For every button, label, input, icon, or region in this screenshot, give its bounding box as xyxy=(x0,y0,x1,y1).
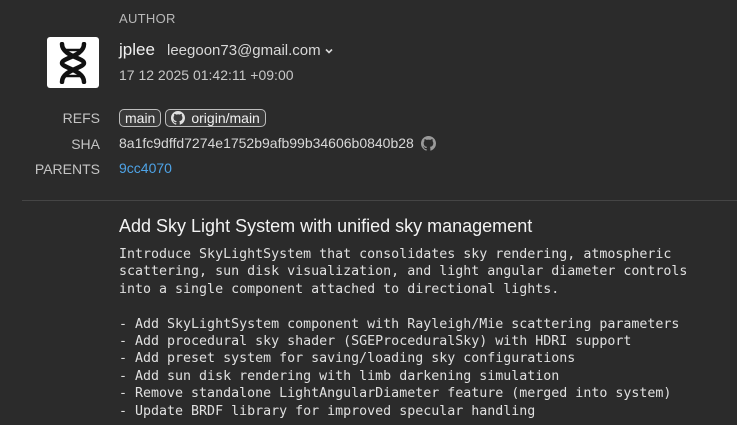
commit-body-line: scattering, sun disk visualization, and … xyxy=(119,264,688,280)
commit-body-line: - Remove standalone LightAngularDiameter… xyxy=(119,386,672,402)
commit-body-line: - Update BRDF library for improved specu… xyxy=(119,403,536,419)
sha-row: 8a1fc9dffd7274e1752b9afb99b34606b0840b28 xyxy=(119,135,436,151)
commit-message-body: Introduce SkyLightSystem that consolidat… xyxy=(119,246,687,420)
commit-title: Add Sky Light System with unified sky ma… xyxy=(119,216,533,236)
ref-label: main xyxy=(125,110,156,126)
commit-body-line: into a single component attached to dire… xyxy=(119,281,560,297)
refs-label: REFS xyxy=(62,110,100,126)
avatar xyxy=(47,37,99,88)
divider xyxy=(22,200,737,201)
ref-badge-origin-main[interactable]: origin/main xyxy=(165,109,266,127)
commit-details-panel: AUTHOR jplee leegoon73@gmail.com 17 12 2… xyxy=(0,0,737,425)
dna-helix-icon xyxy=(59,41,87,84)
author-email: leegoon73@gmail.com xyxy=(167,42,321,59)
author-date: 17 12 2025 01:42:11 +09:00 xyxy=(119,67,294,83)
chevron-down-icon[interactable] xyxy=(324,46,334,56)
ref-badge-main[interactable]: main xyxy=(119,109,162,127)
parent-commit-link[interactable]: 9cc4070 xyxy=(119,160,172,176)
parents-label: PARENTS xyxy=(34,161,100,177)
commit-body-line: - Add sun disk rendering with limb darke… xyxy=(119,368,560,384)
commit-body-line: - Add procedural sky shader (SGEProcedur… xyxy=(119,334,632,350)
commit-body-line: - Add SkyLightSystem component with Rayl… xyxy=(119,316,680,332)
author-email-dropdown[interactable]: leegoon73@gmail.com xyxy=(167,42,334,59)
ref-label: origin/main xyxy=(191,110,260,126)
github-icon[interactable] xyxy=(420,135,436,151)
sha-label: SHA xyxy=(71,136,100,152)
commit-body-line: - Add preset system for saving/loading s… xyxy=(119,351,576,367)
github-icon xyxy=(171,111,186,125)
commit-body-line: Introduce SkyLightSystem that consolidat… xyxy=(119,247,672,262)
author-section-label: AUTHOR xyxy=(119,11,176,26)
sha-value[interactable]: 8a1fc9dffd7274e1752b9afb99b34606b0840b28 xyxy=(119,135,414,151)
author-name: jplee xyxy=(119,40,155,59)
refs-list: main origin/main xyxy=(119,109,266,127)
